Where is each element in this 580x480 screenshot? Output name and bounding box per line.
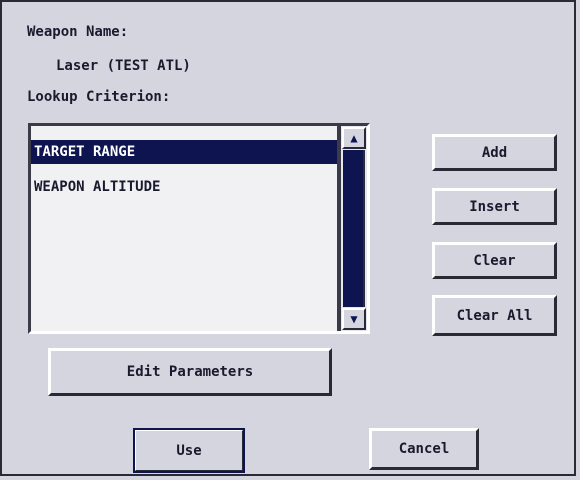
clear-all-button[interactable]: Clear All [432,295,557,336]
list-item-target-range[interactable]: TARGET RANGE [31,140,337,164]
list-item-weapon-altitude[interactable]: WEAPON ALTITUDE [31,175,337,199]
scrollbar-thumb[interactable] [343,150,365,307]
lookup-criterion-label: Lookup Criterion: [27,89,171,105]
weapon-name-label: Weapon Name: [27,24,129,40]
scroll-down-button[interactable]: ▼ [342,308,366,330]
edit-parameters-button[interactable]: Edit Parameters [48,348,332,396]
criteria-listbox[interactable]: TARGET RANGE WEAPON ALTITUDE ▲ ▼ [28,123,370,334]
scroll-up-button[interactable]: ▲ [342,127,366,149]
use-button[interactable]: Use [133,428,245,473]
triangle-up-icon: ▲ [350,131,358,145]
add-button[interactable]: Add [432,134,557,171]
cancel-button[interactable]: Cancel [369,428,479,470]
vertical-scrollbar[interactable]: ▲ ▼ [341,126,367,331]
clear-button[interactable]: Clear [432,242,557,279]
triangle-down-icon: ▼ [350,312,358,326]
insert-button[interactable]: Insert [432,188,557,225]
criteria-list[interactable]: TARGET RANGE WEAPON ALTITUDE [31,126,337,331]
weapon-name-value: Laser (TEST ATL) [56,58,191,74]
